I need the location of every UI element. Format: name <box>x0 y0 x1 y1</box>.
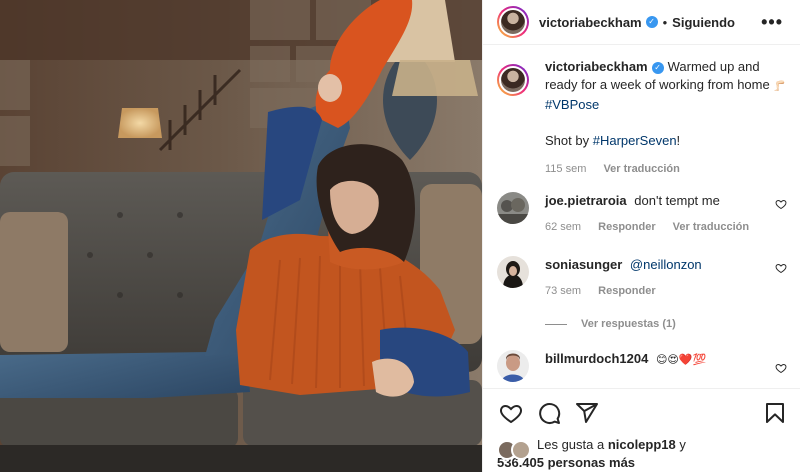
see-translation-link[interactable]: Ver traducción <box>603 163 679 175</box>
commenter-avatar[interactable] <box>497 192 529 224</box>
small-heart-icon[interactable] <box>775 362 787 374</box>
comment-text: don't tempt me <box>634 193 720 208</box>
comment-item: billmurdoch1204 😊😍❤️💯 <box>497 350 787 382</box>
verified-badge-icon: ✓ <box>645 16 658 28</box>
comment-icon[interactable] <box>537 401 561 425</box>
small-heart-icon[interactable] <box>775 262 787 274</box>
caption-meta: 115 sem Ver traducción <box>545 160 787 178</box>
post-photo-illustration <box>0 0 482 472</box>
author-avatar[interactable] <box>497 6 529 38</box>
share-icon[interactable] <box>575 401 599 425</box>
comment-item: joe.pietraroia don't tempt me 62 sem Res… <box>497 192 787 236</box>
heart-icon[interactable] <box>499 401 523 425</box>
view-replies-button[interactable]: Ver respuestas (1) <box>545 318 676 330</box>
reply-button[interactable]: Responder <box>598 285 655 297</box>
post-photo[interactable] <box>0 0 482 472</box>
verified-badge-icon: ✓ <box>651 61 664 74</box>
liker-avatar[interactable] <box>511 440 531 460</box>
liker-username[interactable]: nicolepp18 <box>608 437 676 452</box>
see-translation-link[interactable]: Ver traducción <box>673 221 749 233</box>
post-caption: victoriabeckham ✓ Warmed up and ready for … <box>497 58 787 178</box>
reply-button[interactable]: Responder <box>598 221 655 233</box>
likes-prefix: Les gusta a <box>537 437 605 452</box>
caption-avatar[interactable] <box>497 64 529 96</box>
comment-username[interactable]: billmurdoch1204 <box>545 351 648 366</box>
likes-summary: Les gusta a nicolepp18 y 536.405 persona… <box>497 436 797 472</box>
post-side-panel: victoriabeckham ✓ • Siguiendo ••• victor… <box>482 0 800 472</box>
comment-time[interactable]: 62 sem <box>545 221 581 233</box>
comment-meta: 73 sem Responder <box>545 282 787 300</box>
comment-time[interactable]: 73 sem <box>545 285 581 297</box>
hashtag-harperseven[interactable]: #HarperSeven <box>593 133 677 148</box>
action-bar <box>483 388 800 434</box>
caption-shot-by: Shot by <box>545 133 590 148</box>
comment-text: 😊😍❤️💯 <box>655 354 707 366</box>
caption-emoji: 🦵🏻 <box>773 81 786 92</box>
comment-item: soniasunger @neillonzon 73 sem Responder <box>497 256 787 300</box>
bookmark-icon[interactable] <box>763 401 787 425</box>
likes-conjunction: y <box>679 437 686 452</box>
caption-exclamation: ! <box>676 133 681 148</box>
replies-divider <box>545 323 567 325</box>
instagram-post: victoriabeckham ✓ • Siguiendo ••• victor… <box>0 0 800 472</box>
commenter-avatar[interactable] <box>497 350 529 382</box>
comment-meta: 62 sem Responder Ver traducción <box>545 218 787 236</box>
comment-username[interactable]: soniasunger <box>545 257 622 272</box>
small-heart-icon[interactable] <box>775 198 787 210</box>
view-replies-label: Ver respuestas (1) <box>581 318 676 330</box>
post-header: victoriabeckham ✓ • Siguiendo ••• <box>483 0 800 45</box>
author-username[interactable]: victoriabeckham <box>539 15 642 30</box>
caption-username[interactable]: victoriabeckham <box>545 59 648 74</box>
comments-list[interactable]: victoriabeckham ✓ Warmed up and ready for … <box>483 46 800 388</box>
following-button[interactable]: Siguiendo <box>672 15 735 30</box>
hashtag-vbpose[interactable]: #VBPose <box>545 97 599 112</box>
commenter-avatar[interactable] <box>497 256 529 288</box>
comment-mention[interactable]: @neillonzon <box>630 257 702 272</box>
caption-time[interactable]: 115 sem <box>545 163 586 175</box>
separator-dot: • <box>662 14 668 30</box>
more-options-icon[interactable]: ••• <box>761 12 783 33</box>
comment-username[interactable]: joe.pietraroia <box>545 193 627 208</box>
